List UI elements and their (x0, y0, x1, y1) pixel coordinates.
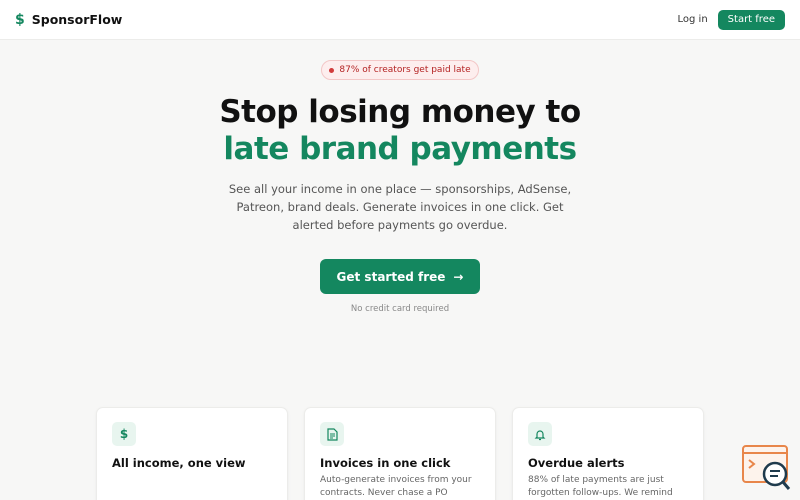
top-nav: $ SponsorFlow Log in Start free (0, 0, 800, 40)
badge-dot-icon (329, 67, 335, 73)
feature-card-invoices: Invoices in one click Auto-generate invo… (304, 407, 496, 500)
brand-name: SponsorFlow (31, 12, 123, 27)
feature-card-income: $ All income, one view (96, 407, 288, 500)
chat-help-widget-icon[interactable] (741, 444, 791, 492)
bell-icon (528, 422, 552, 446)
get-started-label: Get started free (336, 269, 446, 284)
late-payment-badge: 87% of creators get paid late (321, 60, 479, 80)
badge-text: 87% of creators get paid late (339, 65, 471, 75)
dollar-logo-icon: $ (15, 11, 25, 28)
arrow-right-icon: → (453, 269, 464, 284)
headline-line-2: late brand payments (223, 131, 577, 167)
no-credit-card-note: No credit card required (350, 304, 450, 314)
nav-actions: Log in Start free (678, 9, 785, 30)
login-link[interactable]: Log in (678, 14, 708, 25)
start-free-button[interactable]: Start free (717, 9, 785, 30)
feature-desc: Auto-generate invoices from your contrac… (320, 475, 472, 498)
feature-title: Overdue alerts (528, 456, 625, 470)
feature-title: All income, one view (112, 456, 246, 470)
feature-title: Invoices in one click (320, 456, 451, 470)
feature-card-alerts: Overdue alerts 88% of late payments are … (512, 407, 704, 500)
get-started-button[interactable]: Get started free → (320, 259, 480, 294)
dollar-icon: $ (112, 422, 136, 446)
brand-logo[interactable]: $ SponsorFlow (15, 12, 122, 28)
headline-line-1: Stop losing money to (219, 94, 581, 130)
feature-desc: 88% of late payments are just forgotten … (528, 475, 673, 498)
subheadline: See all your income in one place — spons… (228, 182, 572, 232)
document-icon (320, 422, 344, 446)
